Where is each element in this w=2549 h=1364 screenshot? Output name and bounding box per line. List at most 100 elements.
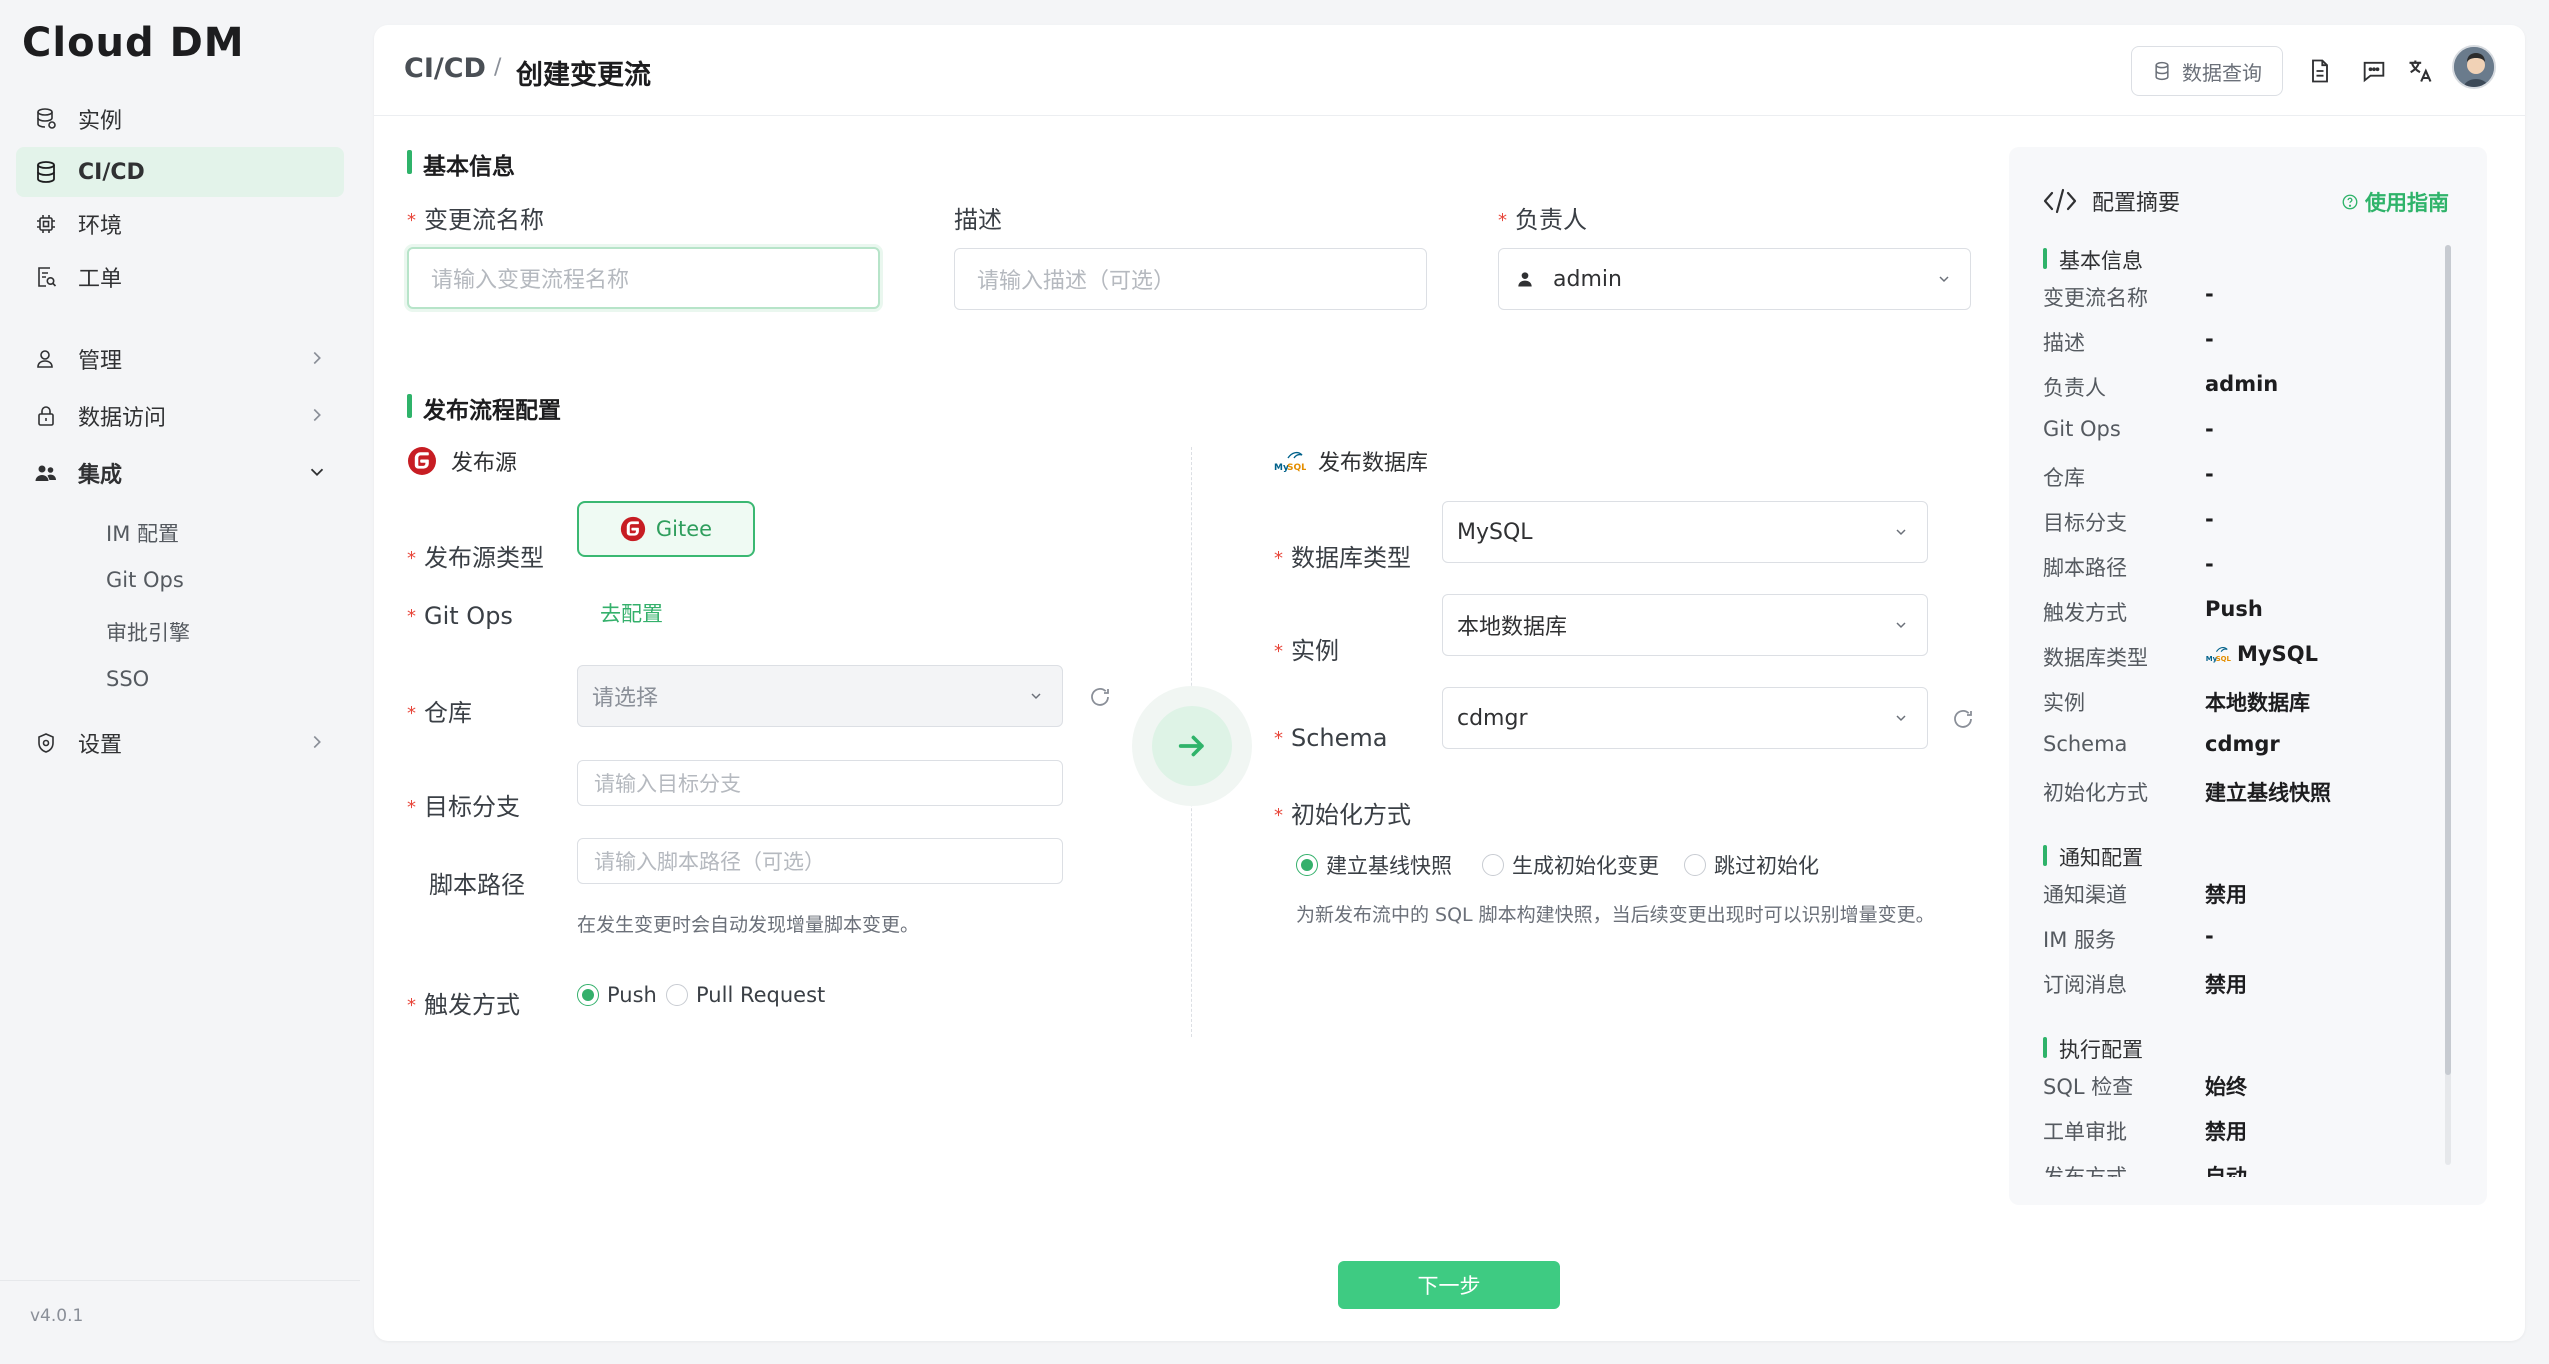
gitops-configure-link[interactable]: 去配置 xyxy=(600,598,663,628)
header-divider xyxy=(374,115,2525,116)
refresh-icon[interactable] xyxy=(1088,685,1112,709)
sidebar-item-settings[interactable]: 设置 xyxy=(16,718,344,768)
database-icon xyxy=(34,107,58,131)
instance-value: 本地数据库 xyxy=(1457,615,1568,640)
sidebar-item-label: 集成 xyxy=(78,463,123,488)
repo-select[interactable]: 请选择 xyxy=(577,665,1063,727)
radio-checked xyxy=(1296,854,1318,876)
required-asterisk: * xyxy=(1274,728,1283,749)
field-label-branch: * 目标分支 xyxy=(407,793,520,821)
version-label: v4.0.1 xyxy=(30,1306,84,1326)
summary-section-exec: 执行配置 xyxy=(2043,1034,2143,1064)
gitee-source-button[interactable]: Gitee xyxy=(577,501,755,557)
chevron-down-icon xyxy=(1896,715,1906,722)
init-radio-baseline[interactable]: 建立基线快照 xyxy=(1296,850,1452,880)
description-input[interactable]: 请输入描述（可选） xyxy=(954,248,1427,310)
summary-key: 通知渠道 xyxy=(2043,883,2127,907)
db-type-value: MySQL xyxy=(1457,519,1533,545)
db-type-select[interactable]: MySQL xyxy=(1442,501,1928,563)
summary-value: 禁用 xyxy=(2205,883,2247,907)
summary-panel: 配置摘要 使用指南 基本信息 变更流名称 - 描述 - 负责人 admin Gi… xyxy=(2009,147,2487,1205)
summary-key: Schema xyxy=(2043,732,2128,756)
chevron-down-icon xyxy=(1896,529,1906,536)
required-asterisk: * xyxy=(407,797,416,818)
summary-value: cdmgr xyxy=(2205,732,2280,756)
user-gear-icon xyxy=(34,347,58,371)
sidebar-subitem-git-ops[interactable]: Git Ops xyxy=(106,568,184,592)
app-logo[interactable]: Cloud DM xyxy=(22,20,245,66)
database-stack-icon xyxy=(34,160,58,184)
translate-icon[interactable] xyxy=(2406,57,2434,85)
sidebar-subitem-im-config[interactable]: IM 配置 xyxy=(106,518,179,548)
breadcrumb-root[interactable]: CI/CD xyxy=(404,53,486,84)
summary-title: 配置摘要 xyxy=(2042,185,2180,217)
summary-key: 订阅消息 xyxy=(2043,973,2127,997)
document-icon[interactable] xyxy=(2306,57,2334,85)
summary-value-db-type: My SQL MySQL xyxy=(2205,642,2318,666)
usage-guide-link[interactable]: 使用指南 xyxy=(2341,187,2449,217)
summary-value: Push xyxy=(2205,597,2263,621)
summary-scrollbar-thumb[interactable] xyxy=(2445,245,2451,1075)
summary-value: - xyxy=(2205,327,2214,351)
summary-key: 发布方式 xyxy=(2043,1165,2127,1177)
summary-value: - xyxy=(2205,552,2214,576)
sidebar-subitem-approval-engine[interactable]: 审批引擎 xyxy=(106,617,190,647)
schema-select[interactable]: cdmgr xyxy=(1442,687,1928,749)
summary-value: 始终 xyxy=(2205,1075,2247,1099)
owner-select[interactable]: admin xyxy=(1498,248,1971,310)
sidebar-item-management[interactable]: 管理 xyxy=(16,334,344,384)
radio-unchecked xyxy=(666,984,688,1006)
database-icon xyxy=(2155,61,2169,81)
sidebar-divider xyxy=(0,1280,360,1281)
sidebar-item-integration[interactable]: 集成 xyxy=(16,448,344,498)
summary-section-basic: 基本信息 xyxy=(2043,245,2143,275)
gitee-icon xyxy=(408,447,436,475)
refresh-icon[interactable] xyxy=(1951,707,1975,731)
schema-value: cdmgr xyxy=(1457,705,1528,731)
chevron-right-icon xyxy=(313,408,321,422)
mysql-icon: MySQL xyxy=(2206,647,2231,663)
flow-arrow-inner xyxy=(1152,706,1232,786)
init-radio-skip[interactable]: 跳过初始化 xyxy=(1684,850,1819,880)
instance-select[interactable]: 本地数据库 xyxy=(1442,594,1928,656)
field-label-gitops: * Git Ops xyxy=(407,602,513,630)
summary-key: SQL 检查 xyxy=(2043,1075,2134,1099)
avatar[interactable] xyxy=(2452,45,2496,89)
required-asterisk: * xyxy=(1274,641,1283,662)
gitee-label: Gitee xyxy=(655,517,713,541)
arrow-right-icon xyxy=(1178,735,1204,757)
page-title: 创建变更流 xyxy=(516,60,651,91)
sidebar-item-data-access[interactable]: 数据访问 xyxy=(16,391,344,441)
branch-input[interactable]: 请输入目标分支 xyxy=(577,760,1063,806)
sidebar-item-label: CI/CD xyxy=(78,159,145,185)
field-label-trigger: * 触发方式 xyxy=(407,991,520,1019)
trigger-radio-push[interactable]: Push xyxy=(577,983,657,1007)
message-icon[interactable] xyxy=(2360,57,2388,85)
script-path-input[interactable]: 请输入脚本路径（可选） xyxy=(577,838,1063,884)
required-asterisk: * xyxy=(407,210,416,231)
required-asterisk: * xyxy=(407,606,416,627)
name-input[interactable]: 请输入变更流程名称 xyxy=(407,247,880,309)
field-label-schema: * Schema xyxy=(1274,724,1388,752)
sidebar-item-label: 数据访问 xyxy=(78,406,167,431)
chevron-down-icon xyxy=(1939,276,1949,283)
mysql-icon: MySQL xyxy=(1274,451,1306,473)
svg-text:SQL: SQL xyxy=(1287,463,1306,473)
summary-value: - xyxy=(2205,282,2214,306)
sidebar-item-cicd[interactable]: CI/CD xyxy=(16,147,344,197)
sidebar-item-environment[interactable]: 环境 xyxy=(16,199,344,249)
field-label-owner: * 负责人 xyxy=(1498,206,1587,234)
data-query-button[interactable]: 数据查询 xyxy=(2131,46,2283,96)
init-radio-generate[interactable]: 生成初始化变更 xyxy=(1482,850,1659,880)
chevron-right-icon xyxy=(313,351,321,365)
summary-key: 描述 xyxy=(2043,331,2085,355)
trigger-radio-pull-request[interactable]: Pull Request xyxy=(666,983,825,1007)
next-step-button[interactable]: 下一步 xyxy=(1338,1261,1560,1309)
sidebar-subitem-sso[interactable]: SSO xyxy=(106,667,149,691)
chevron-down-icon xyxy=(1031,693,1041,700)
sidebar-item-tickets[interactable]: 工单 xyxy=(16,252,344,302)
sidebar-item-instances[interactable]: 实例 xyxy=(16,94,344,144)
summary-key: 目标分支 xyxy=(2043,511,2127,535)
ticket-search-icon xyxy=(34,265,58,289)
required-asterisk: * xyxy=(1498,210,1507,231)
